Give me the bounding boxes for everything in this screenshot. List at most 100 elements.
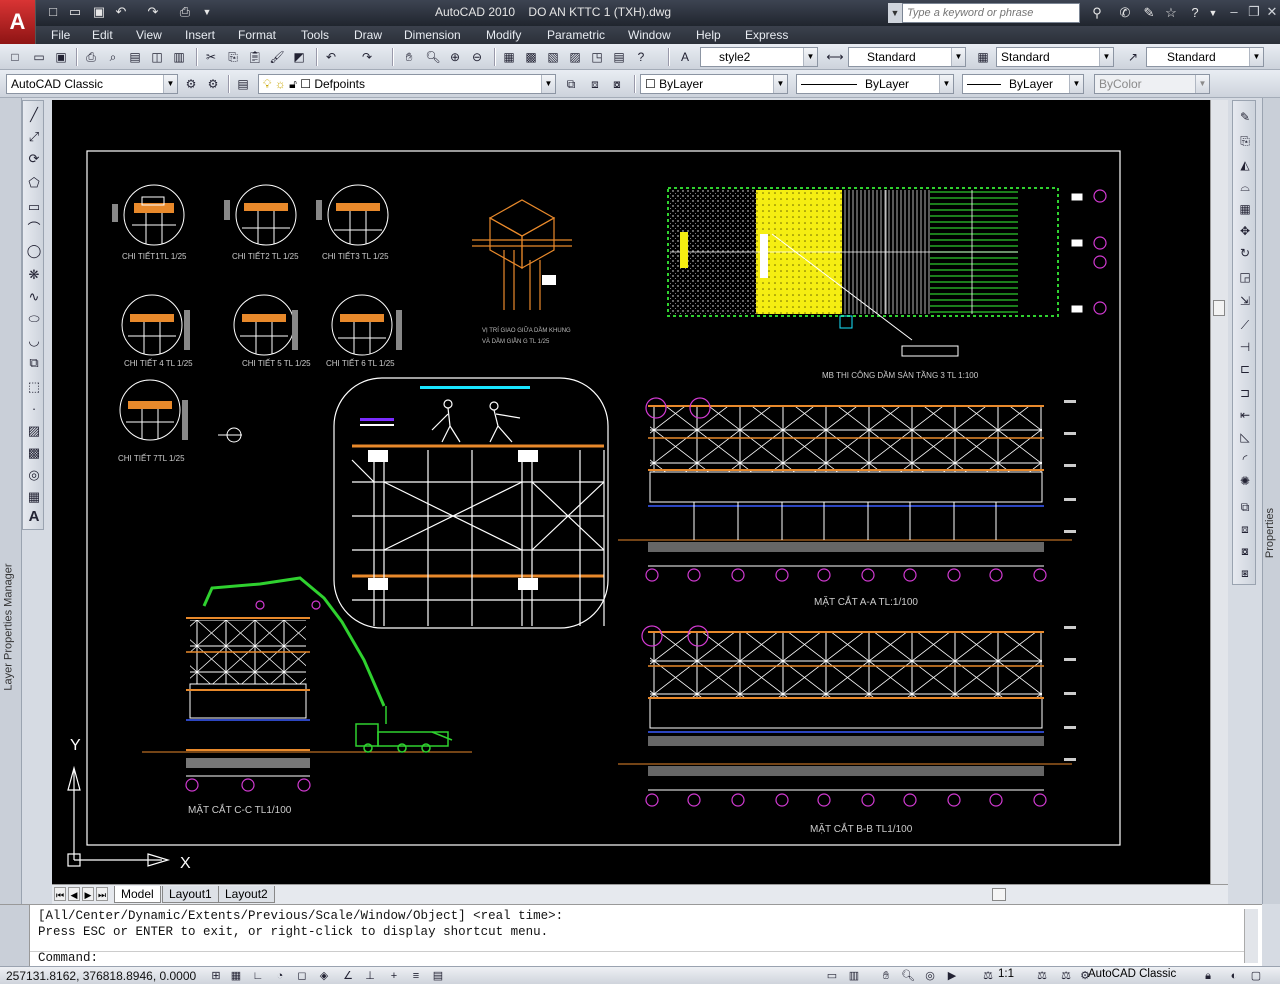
make-block-icon[interactable]: ⬚ <box>24 377 44 397</box>
menu-express[interactable]: Express <box>745 28 788 42</box>
steering-wheel-icon[interactable]: ◎ <box>922 968 938 984</box>
design-center-icon[interactable]: ▩ <box>522 48 540 66</box>
move-icon[interactable]: ✥ <box>1235 221 1255 241</box>
tool-palettes-icon[interactable]: ▧ <box>544 48 562 66</box>
plot-icon[interactable]: ⎙ <box>82 48 100 66</box>
fillet-icon[interactable]: ◜ <box>1235 449 1255 469</box>
plot-preview-icon[interactable]: ⌕ <box>104 48 122 66</box>
array-icon[interactable]: ▦ <box>1235 199 1255 219</box>
offset-icon[interactable]: ⌓ <box>1235 177 1255 197</box>
table-style-combo[interactable]: Standard ▼ <box>996 47 1114 67</box>
menu-help[interactable]: Help <box>696 28 721 42</box>
annotation-scale-value[interactable]: 1:1 <box>998 968 1014 980</box>
communication-center-icon[interactable]: ✆ <box>1116 4 1134 22</box>
rotate-icon[interactable]: ↻ <box>1235 243 1255 263</box>
tools-icon[interactable]: ✎ <box>1140 4 1158 22</box>
open-file-icon[interactable]: ▭ <box>30 48 48 66</box>
polygon-icon[interactable]: ⬠ <box>24 173 44 193</box>
lineweight-combo[interactable]: ByLayer ▼ <box>962 74 1084 94</box>
gradient-icon[interactable]: ▩ <box>24 443 44 463</box>
menu-window[interactable]: Window <box>628 28 671 42</box>
copy-icon[interactable]: ⎘ <box>224 48 242 66</box>
redo-icon[interactable]: ↷ <box>144 3 162 21</box>
draworder-front-icon[interactable]: ⧉ <box>1235 497 1255 517</box>
circle-icon[interactable]: ◯ <box>24 241 44 261</box>
properties-icon[interactable]: ▦ <box>500 48 518 66</box>
plot-icon[interactable]: ⎙ <box>176 3 194 21</box>
help-icon[interactable]: ? <box>1186 4 1204 22</box>
menu-parametric[interactable]: Parametric <box>547 28 605 42</box>
menu-modify[interactable]: Modify <box>486 28 521 42</box>
layer-state-icon[interactable]: ⧇ <box>608 75 626 93</box>
table-icon[interactable]: ▦ <box>24 487 44 507</box>
tab-layout2[interactable]: Layout2 <box>218 886 275 903</box>
arc-icon[interactable]: ⌒ <box>24 219 44 239</box>
first-tab-icon[interactable]: ⏮ <box>54 887 66 901</box>
showmotion-icon[interactable]: ▶ <box>944 968 960 984</box>
break-at-point-icon[interactable]: ⊏ <box>1235 359 1255 379</box>
ortho-mode-icon[interactable]: ∟ <box>250 968 266 984</box>
command-window-grip[interactable] <box>0 905 30 967</box>
open-icon[interactable]: ▭ <box>66 3 84 21</box>
object-snap-tracking-icon[interactable]: ∠ <box>340 968 356 984</box>
menu-insert[interactable]: Insert <box>185 28 215 42</box>
vertical-scrollbar[interactable] <box>1210 100 1228 884</box>
layer-previous-icon[interactable]: ⧈ <box>586 75 604 93</box>
command-scrollbar[interactable] <box>1244 909 1258 963</box>
mleader-style-combo[interactable]: Standard ▼ <box>1146 47 1264 67</box>
ellipse-icon[interactable]: ⬭ <box>24 309 44 329</box>
text-style-icon[interactable]: A <box>676 48 694 66</box>
zoom-window-icon[interactable]: ⊕ <box>446 48 464 66</box>
customize-icon[interactable]: ⚙ <box>204 75 222 93</box>
polar-tracking-icon[interactable]: ◔ <box>272 968 288 984</box>
last-tab-icon[interactable]: ⏭ <box>96 887 108 901</box>
help-toolbar-icon[interactable]: ? <box>632 48 650 66</box>
3d-print-icon[interactable]: ◫ <box>148 48 166 66</box>
menu-file[interactable]: File <box>51 28 70 42</box>
tab-model[interactable]: Model <box>114 886 161 903</box>
polyline-icon[interactable]: ⟳ <box>24 149 44 169</box>
model-space-icon[interactable]: ▭ <box>824 968 840 984</box>
match-properties-icon[interactable]: 🖌︎ <box>268 48 286 66</box>
undo-icon[interactable]: ↶ <box>112 3 130 21</box>
mirror-icon[interactable]: ◭ <box>1235 155 1255 175</box>
menu-format[interactable]: Format <box>238 28 276 42</box>
restore-button[interactable]: ❐ <box>1244 4 1264 22</box>
stretch-icon[interactable]: ⇲ <box>1235 291 1255 311</box>
redo-toolbar-icon[interactable]: ↷ <box>358 48 376 66</box>
color-combo[interactable]: ☐ ByLayer ▼ <box>640 74 788 94</box>
application-menu-button[interactable]: A <box>0 0 36 44</box>
chamfer-icon[interactable]: ◺ <box>1235 427 1255 447</box>
new-icon[interactable]: □ <box>44 3 62 21</box>
clean-screen-icon[interactable]: ▢ <box>1248 968 1264 984</box>
menu-dimension[interactable]: Dimension <box>404 28 461 42</box>
lineweight-display-icon[interactable]: ≡ <box>408 968 424 984</box>
workspace-status[interactable]: AutoCAD Classic <box>1088 968 1176 980</box>
block-editor-icon[interactable]: ◩ <box>290 48 308 66</box>
dim-style-icon[interactable]: ⟷ <box>826 48 844 66</box>
revision-cloud-icon[interactable]: ❋ <box>24 265 44 285</box>
hatch-icon[interactable]: ▨ <box>24 421 44 441</box>
draworder-under-icon[interactable]: ⧆ <box>1235 563 1255 583</box>
layer-properties-panel-strip[interactable]: Layer Properties Manager <box>0 98 22 904</box>
sheet-set-manager-icon[interactable]: ▨ <box>566 48 584 66</box>
break-icon[interactable]: ⊐ <box>1235 383 1255 403</box>
help-dropdown-icon[interactable]: ▼ <box>1204 4 1222 22</box>
vertical-scroll-thumb[interactable] <box>1213 300 1225 316</box>
properties-tab[interactable]: Properties <box>1264 493 1280 573</box>
command-input[interactable] <box>30 951 1244 967</box>
object-snap-icon[interactable]: ◻ <box>294 968 310 984</box>
table-style-icon[interactable]: ▦ <box>974 48 992 66</box>
make-current-icon[interactable]: ⧉ <box>562 75 580 93</box>
region-icon[interactable]: ◎ <box>24 465 44 485</box>
menu-draw[interactable]: Draw <box>354 28 382 42</box>
ellipse-arc-icon[interactable]: ◡ <box>24 331 44 351</box>
multiline-text-icon[interactable]: A <box>24 507 44 527</box>
close-button[interactable]: ✕ <box>1262 4 1280 22</box>
construction-line-icon[interactable]: ⤢ <box>24 127 44 147</box>
rectangle-icon[interactable]: ▭ <box>24 197 44 217</box>
pan-status-icon[interactable]: ✋︎ <box>878 968 894 984</box>
layer-combo[interactable]: 💡︎ ☼ 🔓︎ ☐ Defpoints ▼ <box>258 74 556 94</box>
dynamic-ucs-icon[interactable]: ⊥ <box>362 968 378 984</box>
pan-icon[interactable]: ✋︎ <box>400 48 418 66</box>
